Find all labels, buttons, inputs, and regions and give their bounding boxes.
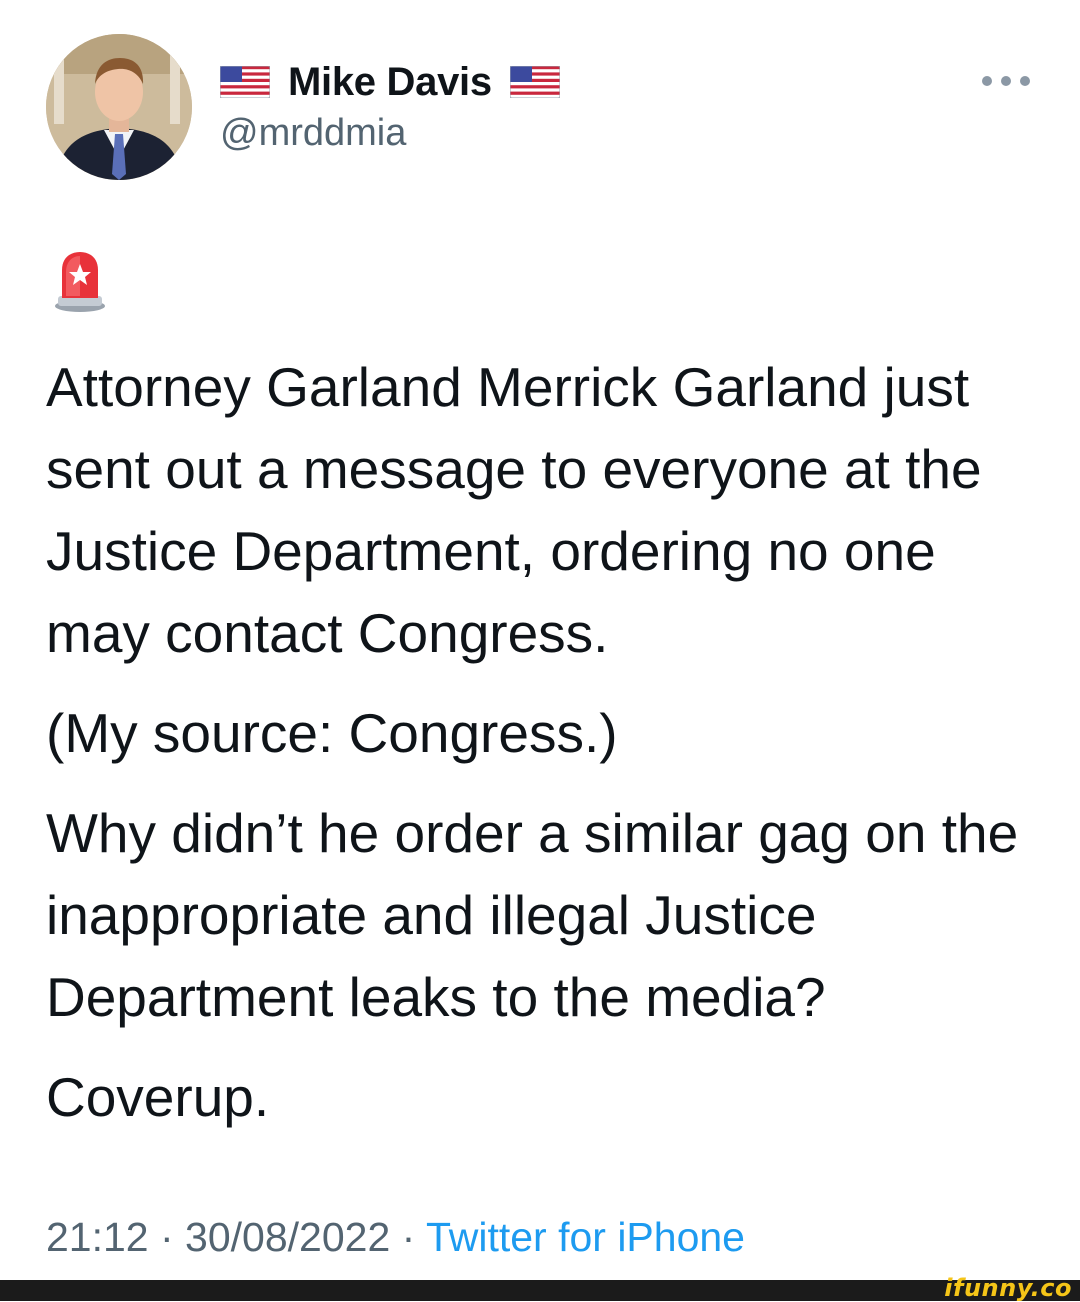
- user-handle[interactable]: @mrddmia: [220, 112, 406, 155]
- siren-icon: [55, 252, 105, 312]
- tweet-paragraph: Why didn’t he order a similar gag on the…: [46, 802, 1019, 1028]
- separator: ·: [390, 1214, 426, 1260]
- tweet-paragraph: Coverup.: [46, 1066, 270, 1128]
- author-name-row[interactable]: Mike Davis: [220, 58, 560, 106]
- tweet-source-link[interactable]: Twitter for iPhone: [426, 1214, 745, 1260]
- tweet-time[interactable]: 21:12: [46, 1214, 149, 1260]
- us-flag-icon: [220, 66, 270, 98]
- tweet-metadata: 21:12 · 30/08/2022 · Twitter for iPhone: [46, 1214, 745, 1261]
- tweet-date[interactable]: 30/08/2022: [185, 1214, 390, 1260]
- avatar[interactable]: [46, 34, 192, 180]
- dot: [982, 76, 992, 86]
- tweet-card: Mike Davis @mrddmia Attorney Garland Mer…: [0, 0, 1080, 1280]
- ifunny-watermark: ifunny.co: [944, 1274, 1072, 1302]
- us-flag-icon: [509, 66, 560, 98]
- more-options-icon[interactable]: [982, 66, 1030, 96]
- dot: [1020, 76, 1030, 86]
- tweet-paragraph: Attorney Garland Merrick Garland just se…: [46, 356, 982, 664]
- tweet-text: Attorney Garland Merrick Garland just se…: [46, 346, 1046, 1156]
- display-name: Mike Davis: [288, 59, 492, 104]
- separator: ·: [148, 1214, 186, 1260]
- tweet-paragraph: (My source: Congress.): [46, 702, 618, 764]
- avatar-photo: [46, 34, 192, 180]
- watermark-bar: [0, 1280, 1080, 1301]
- dot: [1001, 76, 1011, 86]
